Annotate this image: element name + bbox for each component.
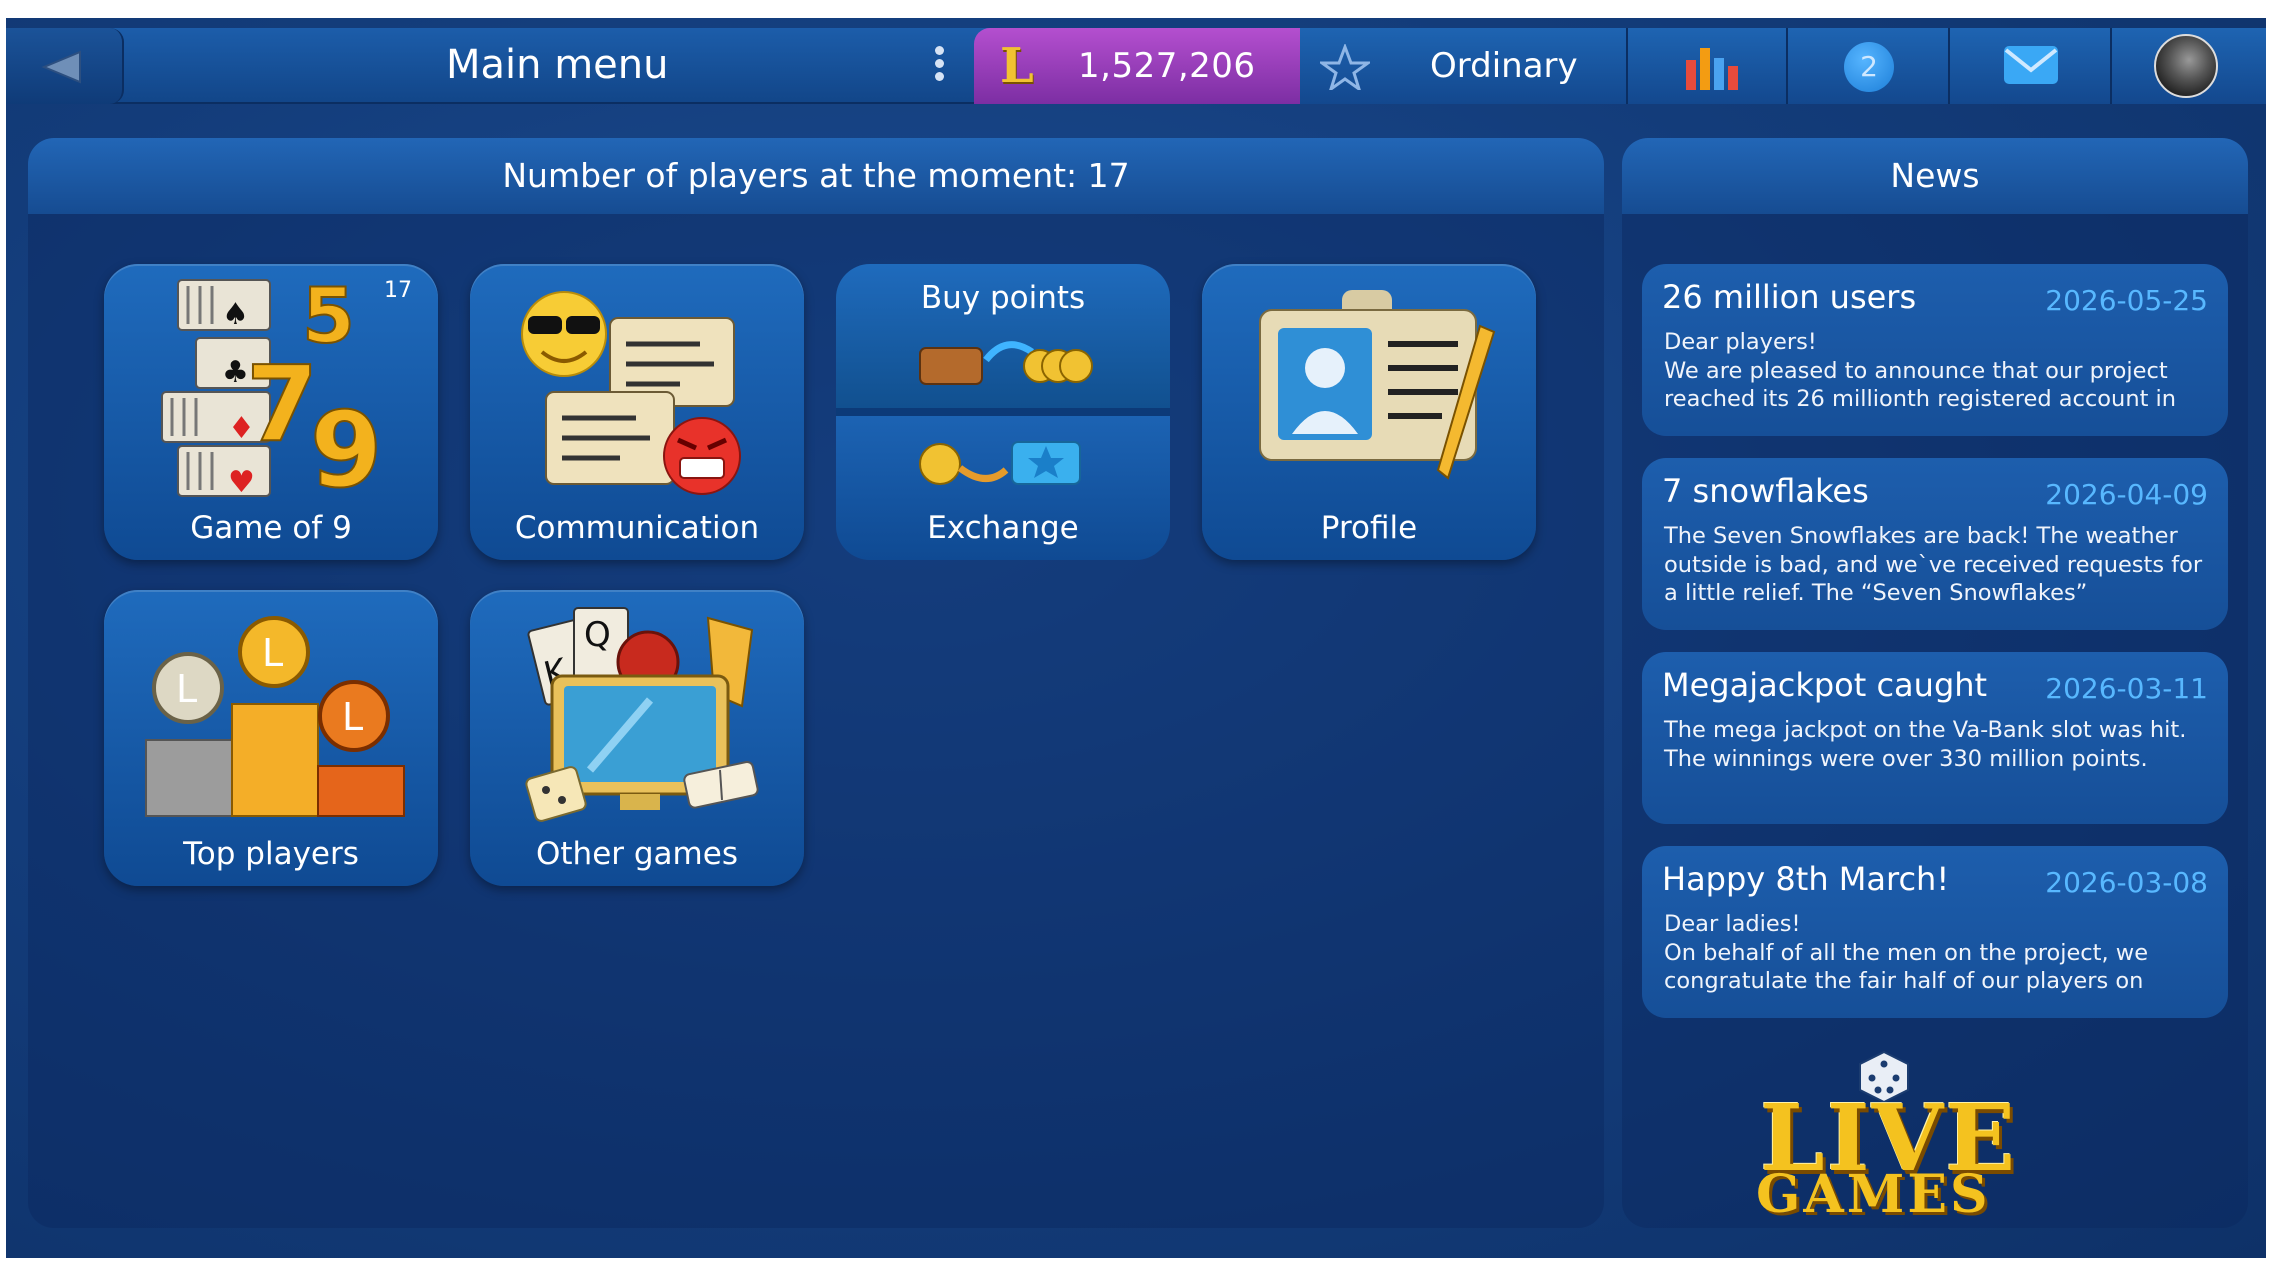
news-item[interactable]: 26 million users 2026-05-25 Dear players… [1642,264,2228,436]
news-body: Dear ladies! On behalf of all the men on… [1664,911,2149,994]
balance-button[interactable]: L 1,527,206 [974,28,1300,104]
mail-button[interactable] [1950,28,2112,104]
back-arrow-icon [41,50,81,84]
svg-text:♥: ♥ [228,465,255,500]
svg-text:♣: ♣ [222,355,249,390]
stats-button[interactable] [1628,28,1788,104]
news-body: The mega jackpot on the Va-Bank slot was… [1664,717,2187,772]
tile-label: Profile [1320,510,1418,546]
exchange-button[interactable]: Exchange [836,416,1170,560]
notification-badge-icon: 2 [1844,42,1894,92]
main-panel: Number of players at the moment: 17 ♠ ♣ … [28,138,1604,1228]
news-body: Dear players! We are pleased to announce… [1664,329,2177,412]
news-date: 2026-05-25 [2045,284,2208,317]
games-collage-icon: K Q [525,607,759,822]
live-games-logo: LIVE GAMES [1738,1048,2118,1225]
svg-text:9: 9 [310,389,382,504]
logo-line-2: GAMES [1756,1164,1991,1225]
svg-text:7: 7 [246,343,318,465]
news-title: 26 million users [1662,278,1917,316]
news-title: Happy 8th March! [1662,860,1950,898]
wallet-to-coins-icon [919,341,1093,385]
mail-icon [2004,46,2058,84]
news-date: 2026-03-08 [2045,866,2208,899]
tile-communication[interactable]: Communication [470,264,804,560]
bar-chart-icon [1686,48,1738,90]
tile-profile[interactable]: Profile [1202,264,1536,560]
svg-text:Q: Q [584,615,611,655]
svg-text:L: L [176,667,197,711]
back-button[interactable] [6,28,124,104]
news-panel: News 26 million users 2026-05-25 Dear pl… [1622,138,2248,1228]
avatar [2154,34,2218,98]
more-vert-icon[interactable] [924,46,954,88]
news-item[interactable]: Happy 8th March! 2026-03-08 Dear ladies!… [1642,846,2228,1018]
top-bar: Main menu L 1,527,206 Ordinary 2 [6,28,2266,104]
rank-button[interactable]: Ordinary [1300,28,1628,104]
app-frame: Main menu L 1,527,206 Ordinary 2 Number … [6,18,2266,1258]
profile-card-icon [1259,290,1496,480]
balance-value: 1,527,206 [1078,46,1256,86]
podium-medals-icon: L L L [145,616,405,817]
news-body: The Seven Snowflakes are back! The weath… [1664,523,2203,606]
svg-text:♠: ♠ [222,297,249,332]
exchange-label: Exchange [927,510,1079,546]
tile-label: Game of 9 [190,510,352,546]
chat-bubbles-icon [521,291,741,495]
news-title: Megajackpot caught [1662,666,1988,704]
news-date: 2026-04-09 [2045,478,2208,511]
tile-buy-exchange: Buy points Exchange [836,264,1170,560]
buy-points-button[interactable]: Buy points [836,264,1170,408]
players-online-header: Number of players at the moment: 17 [28,138,1604,214]
svg-text:L: L [342,695,363,739]
star-outline-icon [1320,44,1370,90]
game-of-9-player-count: 17 [384,278,412,303]
news-title: 7 snowflakes [1662,472,1869,510]
tile-top-players[interactable]: L L L Top players [104,590,438,886]
coin-l-icon: L [1000,38,1034,94]
tile-label: Top players [183,836,359,872]
news-date: 2026-03-11 [2045,672,2208,705]
tile-label: Communication [514,510,760,546]
avatar-button[interactable] [2112,28,2266,104]
notifications-button[interactable]: 2 [1788,28,1950,104]
news-item[interactable]: 7 snowflakes 2026-04-09 The Seven Snowfl… [1642,458,2228,630]
svg-text:L: L [262,631,283,675]
news-header: News [1622,138,2248,214]
tile-other-games[interactable]: K Q Other games [470,590,804,886]
tile-game-of-9[interactable]: ♠ ♣ ♦ ♥ 5 7 9 17 Game of 9 [104,264,438,560]
rank-label: Ordinary [1430,46,1578,86]
tile-label: Other games [536,836,738,872]
news-item[interactable]: Megajackpot caught 2026-03-11 The mega j… [1642,652,2228,824]
